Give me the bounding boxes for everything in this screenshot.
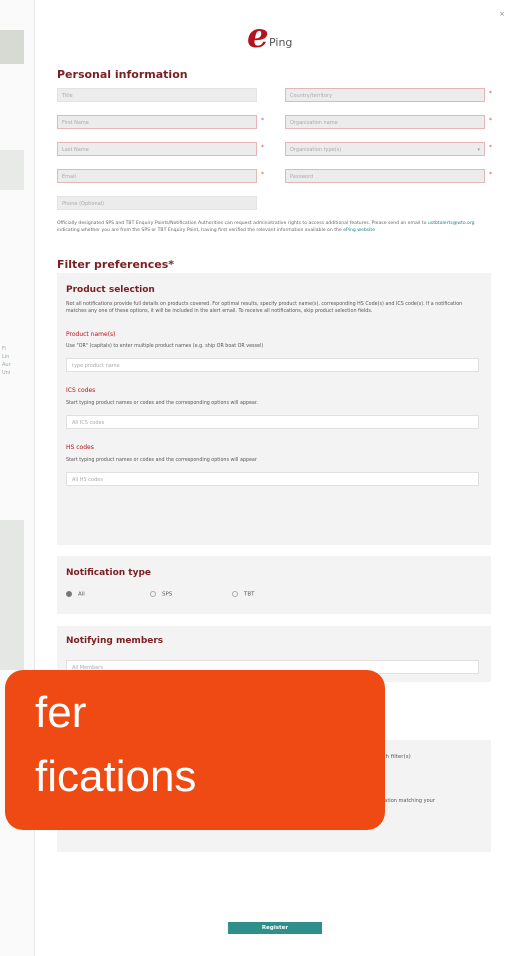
overlay-line-1: fer bbox=[35, 688, 87, 737]
background-text: Fi Lin Aur Uni bbox=[2, 346, 11, 376]
product-names-help: Use "OR" (capitals) to enter multiple pr… bbox=[66, 344, 264, 349]
note-text: Officially designated SPS and TBT Enquir… bbox=[57, 221, 428, 226]
registration-dialog: e Ping × Personal information Title Firs… bbox=[5, 0, 505, 956]
hs-codes-input[interactable]: All HS codes bbox=[66, 472, 479, 486]
hs-codes-label: HS codes bbox=[66, 444, 94, 451]
product-selection-panel: Product selection Not all notifications … bbox=[57, 273, 491, 545]
filter-preferences-title: Filter preferences* bbox=[57, 258, 175, 271]
password-field[interactable]: Password bbox=[285, 169, 485, 183]
admin-rights-note: Officially designated SPS and TBT Enquir… bbox=[57, 221, 487, 234]
phone-field[interactable]: Phone (Optional) bbox=[57, 196, 257, 210]
radio-selected-icon bbox=[66, 591, 72, 597]
background-block bbox=[0, 30, 24, 64]
radio-all[interactable]: All bbox=[66, 591, 85, 598]
hs-codes-help: Start typing product names or codes and … bbox=[66, 458, 257, 463]
personal-info-title: Personal information bbox=[57, 68, 188, 81]
required-mark: * bbox=[489, 144, 492, 151]
radio-sps[interactable]: SPS bbox=[150, 591, 172, 598]
search-filter-text: arch filter(s) bbox=[377, 754, 411, 760]
background-block bbox=[0, 150, 24, 190]
required-mark: * bbox=[489, 117, 492, 124]
product-selection-title: Product selection bbox=[66, 285, 155, 295]
required-mark: * bbox=[489, 171, 492, 178]
required-mark: * bbox=[489, 90, 492, 97]
first-name-field[interactable]: First Name bbox=[57, 115, 257, 129]
logo-mark: e bbox=[247, 16, 269, 56]
product-names-label: Product name(s) bbox=[66, 331, 116, 338]
logo-name: Ping bbox=[269, 36, 293, 49]
close-icon[interactable]: × bbox=[499, 10, 505, 18]
email-link[interactable]: ustbtalerts@wto.org bbox=[428, 221, 475, 226]
radio-label: SPS bbox=[162, 591, 173, 598]
eping-logo: e Ping bbox=[247, 16, 307, 56]
matching-text: ification matching your bbox=[377, 798, 435, 804]
organization-type-select[interactable]: Organization type(s) ▾ bbox=[285, 142, 485, 156]
radio-icon bbox=[232, 591, 238, 597]
ics-codes-input[interactable]: All ICS codes bbox=[66, 415, 479, 429]
ics-codes-label: ICS codes bbox=[66, 387, 96, 394]
ics-codes-help: Start typing product names or codes and … bbox=[66, 401, 258, 406]
notification-type-title: Notification type bbox=[66, 568, 152, 578]
radio-label: TBT bbox=[244, 591, 255, 598]
product-name-input[interactable]: type product name bbox=[66, 358, 479, 372]
eping-website-link[interactable]: ePing website bbox=[343, 228, 375, 233]
organization-type-placeholder: Organization type(s) bbox=[290, 147, 342, 153]
organization-name-field[interactable]: Organization name bbox=[285, 115, 485, 129]
product-selection-description: Not all notifications provide full detai… bbox=[66, 302, 463, 314]
last-name-field[interactable]: Last Name bbox=[57, 142, 257, 156]
required-mark: * bbox=[261, 117, 264, 124]
radio-label: All bbox=[78, 591, 85, 598]
notification-type-panel: Notification type All SPS TBT bbox=[57, 556, 491, 614]
title-field[interactable]: Title bbox=[57, 88, 257, 102]
country-field[interactable]: Country/territory bbox=[285, 88, 485, 102]
background-image bbox=[0, 520, 24, 670]
promo-overlay-banner: fer fications bbox=[5, 670, 385, 830]
note-text: indicating whether you are from the SPS … bbox=[57, 227, 344, 233]
radio-tbt[interactable]: TBT bbox=[232, 591, 255, 598]
notifying-members-title: Notifying members bbox=[66, 636, 164, 646]
email-field[interactable]: Email bbox=[57, 169, 257, 183]
required-mark: * bbox=[261, 171, 264, 178]
chevron-down-icon: ▾ bbox=[477, 147, 480, 153]
overlay-line-2: fications bbox=[35, 752, 197, 801]
radio-icon bbox=[150, 591, 156, 597]
register-button[interactable]: Register bbox=[228, 922, 322, 934]
required-mark: * bbox=[261, 144, 264, 151]
